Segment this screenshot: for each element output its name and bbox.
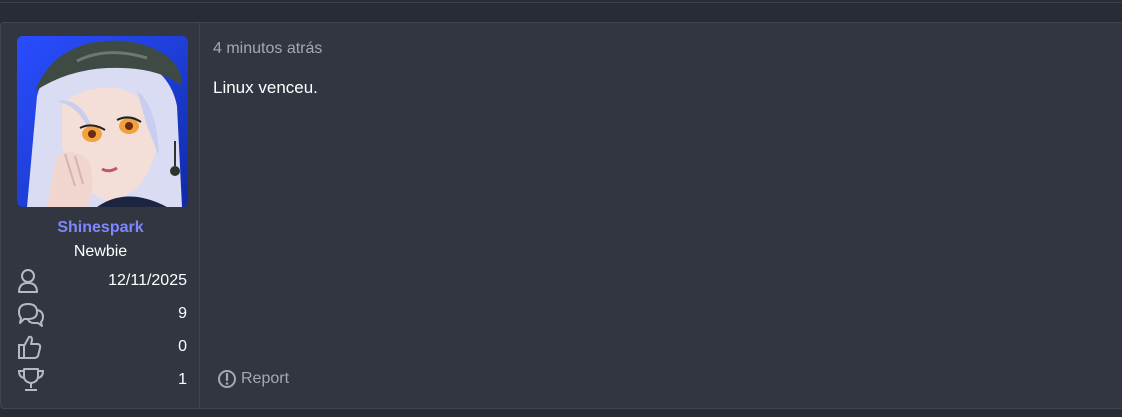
stat-messages: 9	[17, 301, 187, 327]
user-rank-title: Newbie	[73, 243, 128, 260]
exclamation-circle-icon	[217, 369, 237, 389]
thumbs-up-icon	[17, 334, 45, 360]
avatar[interactable]	[17, 36, 188, 207]
report-button[interactable]: Report	[217, 367, 289, 391]
stat-points: 1	[17, 367, 187, 393]
stat-points-value: 1	[178, 371, 187, 388]
stat-messages-value: 9	[178, 305, 187, 322]
post-message-body: Linux venceu.	[213, 78, 318, 97]
chat-bubbles-icon	[17, 301, 45, 327]
stat-joined: 12/11/2025	[17, 268, 187, 294]
user-icon	[17, 268, 45, 294]
previous-post-edge	[0, 0, 1122, 3]
trophy-icon	[17, 367, 45, 393]
stat-reactions-value: 0	[178, 338, 187, 355]
stat-reactions: 0	[17, 334, 187, 360]
user-info-column: Shinespark Newbie 12/11/2025 9 0 1	[1, 23, 200, 408]
post-timestamp[interactable]: 4 minutos atrás	[213, 40, 322, 58]
report-label: Report	[241, 370, 290, 387]
forum-post: Shinespark Newbie 12/11/2025 9 0 1 4 min…	[0, 22, 1122, 409]
stat-joined-value: 12/11/2025	[108, 272, 187, 289]
username-link[interactable]: Shinespark	[1, 219, 200, 237]
